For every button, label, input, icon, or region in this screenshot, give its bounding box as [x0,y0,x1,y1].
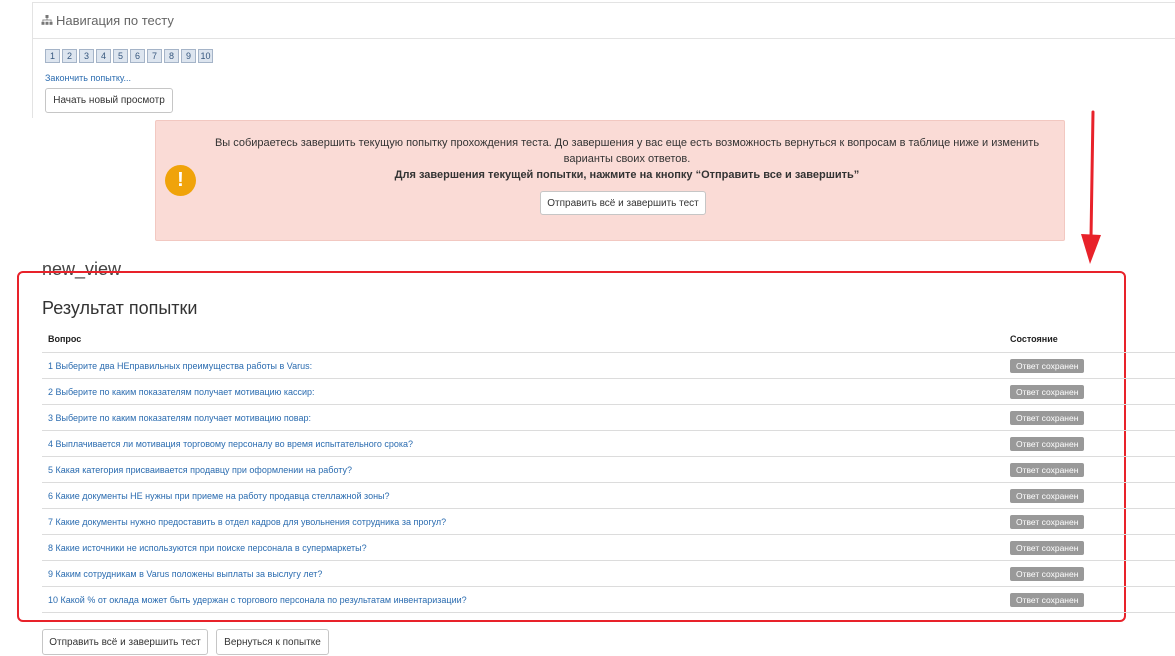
status-cell: Ответ сохранен [1004,378,1175,405]
red-arrow-annotation [1081,110,1101,264]
start-new-preview-button[interactable]: Начать новый просмотр [45,88,173,113]
table-row: 4 Выплачивается ли мотивация торговому п… [42,430,1175,457]
attempt-results-table: Вопрос Состояние 1 Выберите два НЕправил… [42,326,1175,613]
question-cell: 4 Выплачивается ли мотивация торговому п… [42,430,1004,457]
submit-all-button-alert[interactable]: Отправить всё и завершить тест [540,191,706,215]
status-badge: Ответ сохранен [1010,462,1085,477]
table-row: 2 Выберите по каким показателям получает… [42,378,1175,405]
status-badge: Ответ сохранен [1010,384,1085,399]
status-cell: Ответ сохранен [1004,456,1175,483]
question-link[interactable]: 4 Выплачивается ли мотивация торговому п… [48,439,413,449]
column-header-question: Вопрос [42,326,1004,353]
question-link[interactable]: 1 Выберите два НЕправильных преимущества… [48,361,312,371]
question-cell: 10 Какой % от оклада может быть удержан … [42,586,1004,613]
attempt-result-title: Результат попытки [42,298,198,318]
question-link[interactable]: 10 Какой % от оклада может быть удержан … [48,595,467,605]
table-row: 3 Выберите по каким показателям получает… [42,404,1175,431]
status-badge: Ответ сохранен [1010,592,1085,607]
status-badge: Ответ сохранен [1010,540,1085,555]
status-cell: Ответ сохранен [1004,352,1175,379]
question-cell: 9 Каким сотрудникам в Varus положены вып… [42,560,1004,587]
question-cell: 7 Какие документы нужно предоставить в о… [42,508,1004,535]
question-cell: 2 Выберите по каким показателям получает… [42,378,1004,405]
question-link[interactable]: 9 Каким сотрудникам в Varus положены вып… [48,569,322,579]
question-number-button[interactable]: 6 [130,49,145,63]
question-cell: 8 Какие источники не используются при по… [42,534,1004,561]
alert-message: Вы собираетесь завершить текущую попытку… [214,137,1040,165]
status-cell: Ответ сохранен [1004,560,1175,587]
question-number-button[interactable]: 5 [113,49,128,63]
question-link[interactable]: 2 Выберите по каким показателям получает… [48,387,315,397]
table-row: 1 Выберите два НЕправильных преимущества… [42,352,1175,379]
results-table-body: 1 Выберите два НЕправильных преимущества… [42,352,1175,613]
question-link[interactable]: 3 Выберите по каким показателям получает… [48,413,311,423]
table-row: 10 Какой % от оклада может быть удержан … [42,586,1175,613]
question-number-button[interactable]: 3 [79,49,94,63]
question-number-button[interactable]: 4 [96,49,111,63]
status-cell: Ответ сохранен [1004,482,1175,509]
status-cell: Ответ сохранен [1004,430,1175,457]
quiz-navigation-block: Навигация по тесту 1 2 3 4 5 6 7 8 9 10 Закончить… [32,2,1175,118]
table-row: 8 Какие источники не используются при по… [42,534,1175,561]
status-cell: Ответ сохранен [1004,534,1175,561]
question-number-button[interactable]: 9 [181,49,196,63]
question-cell: 1 Выберите два НЕправильных преимущества… [42,352,1004,379]
status-badge: Ответ сохранен [1010,566,1085,581]
quiz-navigation-title: Навигация по тесту [56,13,174,28]
status-badge: Ответ сохранен [1010,410,1085,425]
status-badge: Ответ сохранен [1010,436,1085,451]
sitemap-icon [41,13,53,28]
question-cell: 3 Выберите по каким показателям получает… [42,404,1004,431]
question-number-button[interactable]: 10 [198,49,213,63]
finish-attempt-link[interactable]: Закончить попытку... [45,73,131,83]
table-row: 9 Каким сотрудникам в Varus положены вып… [42,560,1175,587]
question-number-button[interactable]: 2 [62,49,77,63]
table-header-row: Вопрос Состояние [42,326,1175,353]
submit-warning-alert: ! Вы собираетесь завершить текущую попыт… [155,120,1065,241]
quiz-navigation-header: Навигация по тесту [41,13,174,28]
question-number-button[interactable]: 7 [147,49,162,63]
divider [33,38,1175,39]
question-cell: 5 Какая категория присваивается продавцу… [42,456,1004,483]
status-cell: Ответ сохранен [1004,586,1175,613]
exclamation-icon: ! [165,165,196,196]
status-cell: Ответ сохранен [1004,508,1175,535]
question-link[interactable]: 5 Какая категория присваивается продавцу… [48,465,352,475]
question-link[interactable]: 6 Какие документы НЕ нужны при приеме на… [48,491,390,501]
question-cell: 6 Какие документы НЕ нужны при приеме на… [42,482,1004,509]
submit-all-button[interactable]: Отправить всё и завершить тест [42,629,208,655]
table-row: 7 Какие документы нужно предоставить в о… [42,508,1175,535]
question-number-button[interactable]: 8 [164,49,179,63]
question-number-button[interactable]: 1 [45,49,60,63]
status-badge: Ответ сохранен [1010,488,1085,503]
alert-text-block: Вы собираетесь завершить текущую попытку… [202,135,1052,183]
status-badge: Ответ сохранен [1010,358,1085,373]
question-link[interactable]: 7 Какие документы нужно предоставить в о… [48,517,446,527]
question-number-list: 1 2 3 4 5 6 7 8 9 10 [45,49,213,63]
table-row: 5 Какая категория присваивается продавцу… [42,456,1175,483]
table-row: 6 Какие документы НЕ нужны при приеме на… [42,482,1175,509]
question-link[interactable]: 8 Какие источники не используются при по… [48,543,367,553]
return-to-attempt-button[interactable]: Вернуться к попытке [216,629,329,655]
column-header-status: Состояние [1004,326,1175,353]
alert-instruction: Для завершения текущей попытки, нажмите … [394,169,860,181]
status-cell: Ответ сохранен [1004,404,1175,431]
status-badge: Ответ сохранен [1010,514,1085,529]
